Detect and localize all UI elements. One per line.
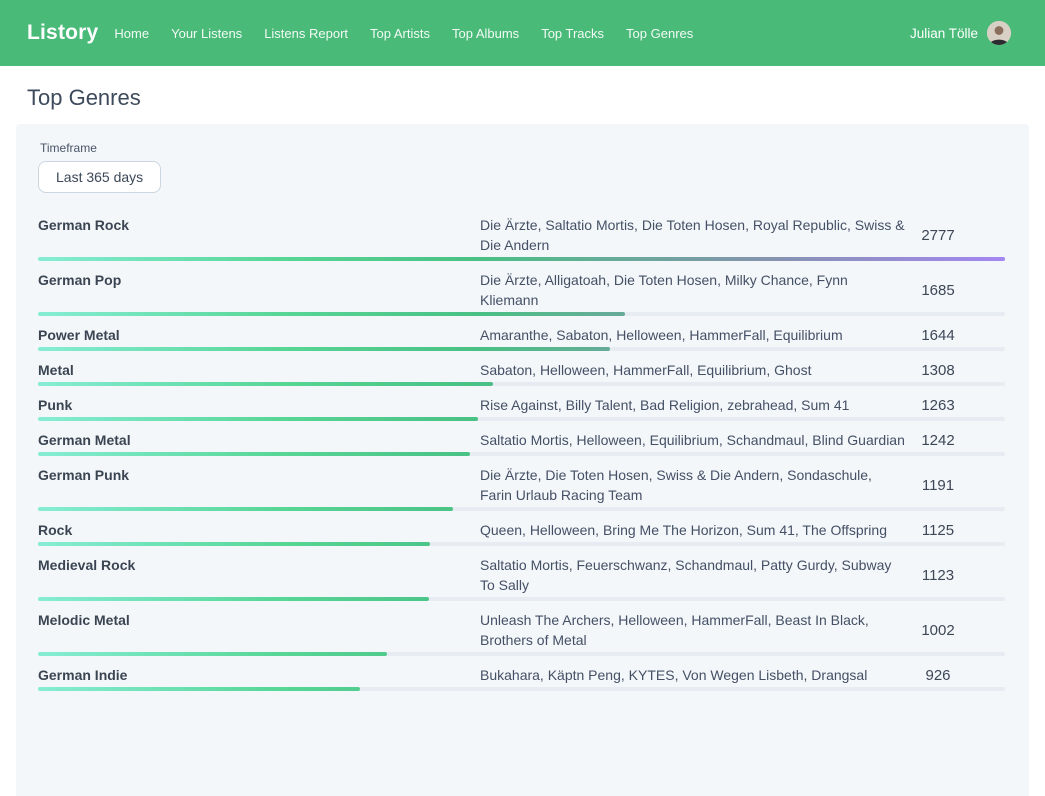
genre-artists: Rise Against, Billy Talent, Bad Religion… <box>480 395 905 415</box>
genre-name: German Punk <box>38 465 480 505</box>
genre-count: 1002 <box>905 622 1005 639</box>
genre-row: Medieval Rock Saltatio Mortis, Feuerschw… <box>38 546 1005 601</box>
genre-artists: Sabaton, Helloween, HammerFall, Equilibr… <box>480 360 905 380</box>
app-header: Listory Home Your Listens Listens Report… <box>0 0 1045 66</box>
genre-artists: Unleash The Archers, Helloween, HammerFa… <box>480 610 905 650</box>
genre-name: Melodic Metal <box>38 610 480 650</box>
genre-count: 1644 <box>905 327 1005 344</box>
nav-item-your-listens[interactable]: Your Listens <box>171 26 242 41</box>
genre-name: Medieval Rock <box>38 555 480 595</box>
genre-artists: Die Ärzte, Alligatoah, Die Toten Hosen, … <box>480 270 905 310</box>
user-name: Julian Tölle <box>910 26 978 41</box>
app-logo[interactable]: Listory <box>27 21 98 45</box>
genre-artists: Die Ärzte, Die Toten Hosen, Swiss & Die … <box>480 465 905 505</box>
timeframe-select[interactable]: Last 365 days <box>38 161 161 193</box>
genre-count: 1685 <box>905 282 1005 299</box>
genre-count: 926 <box>905 667 1005 684</box>
genre-artists: Saltatio Mortis, Helloween, Equilibrium,… <box>480 430 905 450</box>
genre-name: Rock <box>38 520 480 540</box>
genre-count: 1191 <box>905 477 1005 494</box>
genre-row: Power Metal Amaranthe, Sabaton, Hellowee… <box>38 316 1005 351</box>
nav-item-home[interactable]: Home <box>114 26 149 41</box>
genre-name: Power Metal <box>38 325 480 345</box>
genre-bar <box>38 687 360 691</box>
genre-row: German Punk Die Ärzte, Die Toten Hosen, … <box>38 456 1005 511</box>
genre-count: 1263 <box>905 397 1005 414</box>
genre-artists: Amaranthe, Sabaton, Helloween, HammerFal… <box>480 325 905 345</box>
genre-row: German Pop Die Ärzte, Alligatoah, Die To… <box>38 261 1005 316</box>
main-nav: Home Your Listens Listens Report Top Art… <box>114 26 910 41</box>
genre-artists: Die Ärzte, Saltatio Mortis, Die Toten Ho… <box>480 215 905 255</box>
genre-name: German Rock <box>38 215 480 255</box>
top-genres-card: Timeframe Last 365 days German Rock Die … <box>16 124 1029 796</box>
genre-count: 1242 <box>905 432 1005 449</box>
genre-row: German Rock Die Ärzte, Saltatio Mortis, … <box>38 206 1005 261</box>
genre-bar-track <box>38 687 1005 691</box>
genre-count: 1123 <box>905 567 1005 584</box>
nav-item-listens-report[interactable]: Listens Report <box>264 26 348 41</box>
genre-count: 1125 <box>905 522 1005 539</box>
genre-row: Rock Queen, Helloween, Bring Me The Hori… <box>38 511 1005 546</box>
person-photo-icon <box>987 21 1011 45</box>
user-avatar[interactable] <box>987 21 1011 45</box>
genre-name: German Metal <box>38 430 480 450</box>
genre-name: German Pop <box>38 270 480 310</box>
genre-row: Metal Sabaton, Helloween, HammerFall, Eq… <box>38 351 1005 386</box>
genre-row: Melodic Metal Unleash The Archers, Hello… <box>38 601 1005 656</box>
timeframe-filter: Timeframe Last 365 days <box>38 141 1005 193</box>
genre-row: Punk Rise Against, Billy Talent, Bad Rel… <box>38 386 1005 421</box>
genre-artists: Queen, Helloween, Bring Me The Horizon, … <box>480 520 905 540</box>
genre-row: German Metal Saltatio Mortis, Helloween,… <box>38 421 1005 456</box>
genre-count: 2777 <box>905 227 1005 244</box>
timeframe-label: Timeframe <box>40 141 1005 155</box>
genre-artists: Bukahara, Käptn Peng, KYTES, Von Wegen L… <box>480 665 905 685</box>
page-title: Top Genres <box>27 85 1029 111</box>
genre-count: 1308 <box>905 362 1005 379</box>
nav-item-top-genres[interactable]: Top Genres <box>626 26 693 41</box>
user-menu[interactable]: Julian Tölle <box>910 21 1011 45</box>
main-content: Top Genres Timeframe Last 365 days Germa… <box>0 85 1045 796</box>
genre-row: German Indie Bukahara, Käptn Peng, KYTES… <box>38 656 1005 691</box>
genre-name: German Indie <box>38 665 480 685</box>
nav-item-top-artists[interactable]: Top Artists <box>370 26 430 41</box>
nav-item-top-tracks[interactable]: Top Tracks <box>541 26 604 41</box>
genre-artists: Saltatio Mortis, Feuerschwanz, Schandmau… <box>480 555 905 595</box>
genre-name: Punk <box>38 395 480 415</box>
genres-table: German Rock Die Ärzte, Saltatio Mortis, … <box>38 206 1005 691</box>
nav-item-top-albums[interactable]: Top Albums <box>452 26 519 41</box>
genre-name: Metal <box>38 360 480 380</box>
